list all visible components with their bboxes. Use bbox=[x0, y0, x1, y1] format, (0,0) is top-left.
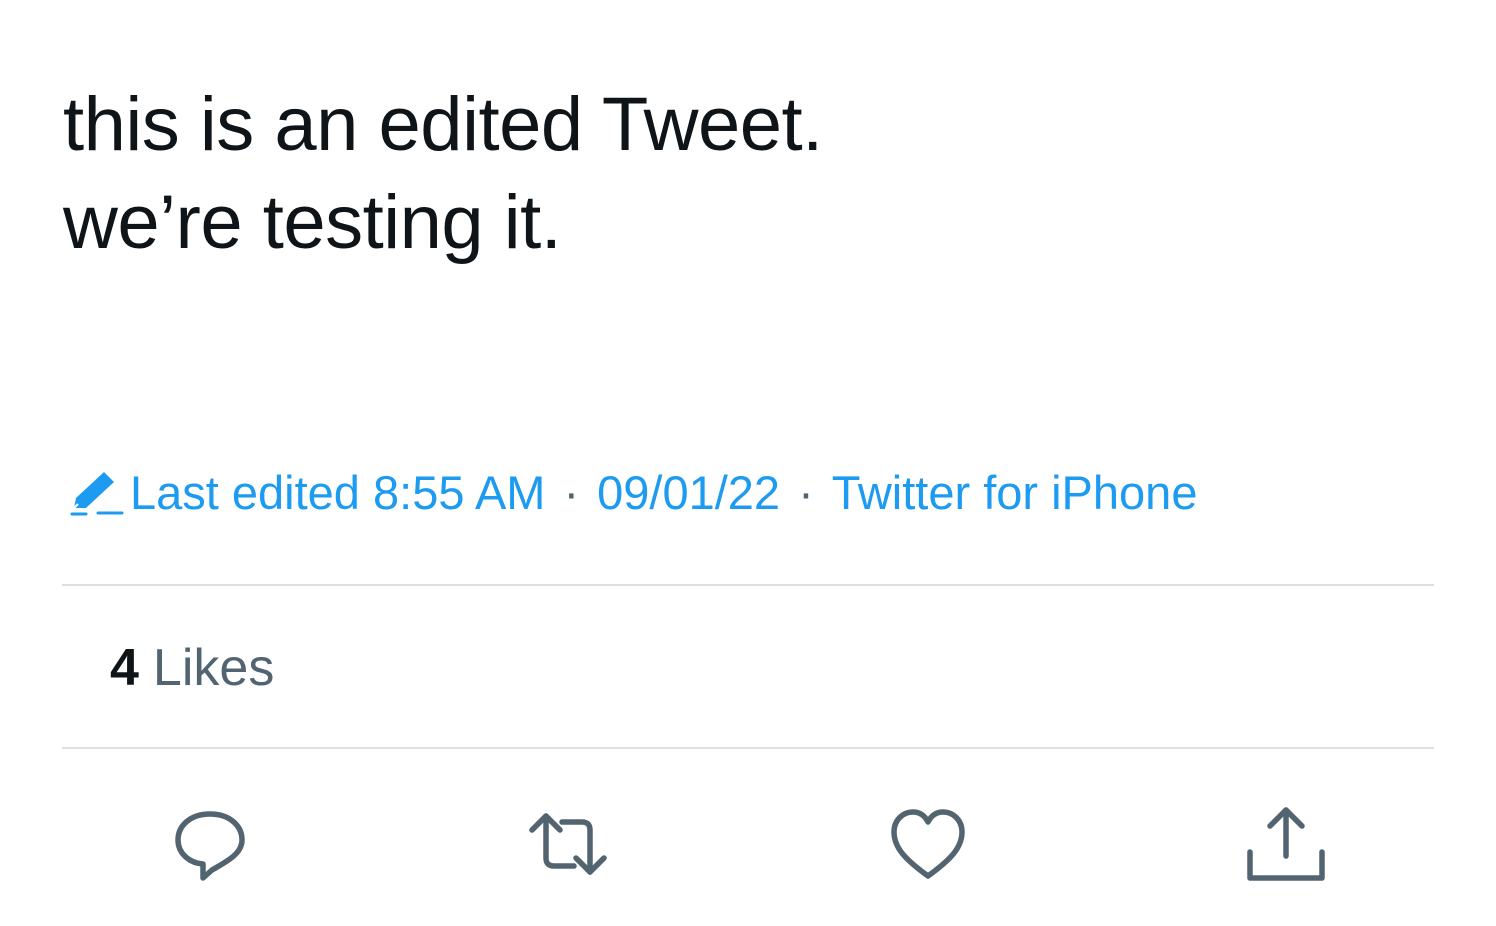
edit-pencil-icon[interactable] bbox=[68, 466, 124, 518]
last-edited-link[interactable]: Last edited 8:55 AM bbox=[130, 465, 545, 520]
tweet-text-line-1: this is an edited Tweet. bbox=[63, 82, 823, 167]
share-button[interactable] bbox=[1238, 796, 1334, 892]
likes-count-link[interactable]: 4 Likes bbox=[110, 636, 274, 700]
retweet-icon bbox=[529, 813, 607, 875]
separator-dot: · bbox=[563, 465, 580, 519]
edited-time: 8:55 AM bbox=[373, 465, 546, 519]
tweet-text-line-2: we’re testing it. bbox=[63, 180, 562, 265]
likes-label: Likes bbox=[152, 639, 275, 697]
retweet-button[interactable] bbox=[520, 796, 616, 892]
reply-button[interactable] bbox=[162, 796, 258, 892]
likes-count: 4 bbox=[110, 639, 139, 697]
tweet-text: this is an edited Tweet. we’re testing i… bbox=[63, 76, 1423, 272]
divider bbox=[62, 747, 1434, 749]
tweet-source[interactable]: Twitter for iPhone bbox=[832, 465, 1198, 520]
divider bbox=[62, 584, 1434, 586]
reply-icon bbox=[175, 811, 245, 881]
tweet-metadata: Last edited 8:55 AM · 09/01/22 · Twitter… bbox=[68, 462, 1197, 522]
share-icon bbox=[1247, 807, 1325, 881]
separator-dot: · bbox=[798, 465, 814, 519]
tweet-date[interactable]: 09/01/22 bbox=[597, 465, 780, 520]
like-button[interactable] bbox=[880, 796, 976, 892]
heart-icon bbox=[891, 809, 965, 879]
edited-label: Last edited bbox=[130, 465, 360, 519]
